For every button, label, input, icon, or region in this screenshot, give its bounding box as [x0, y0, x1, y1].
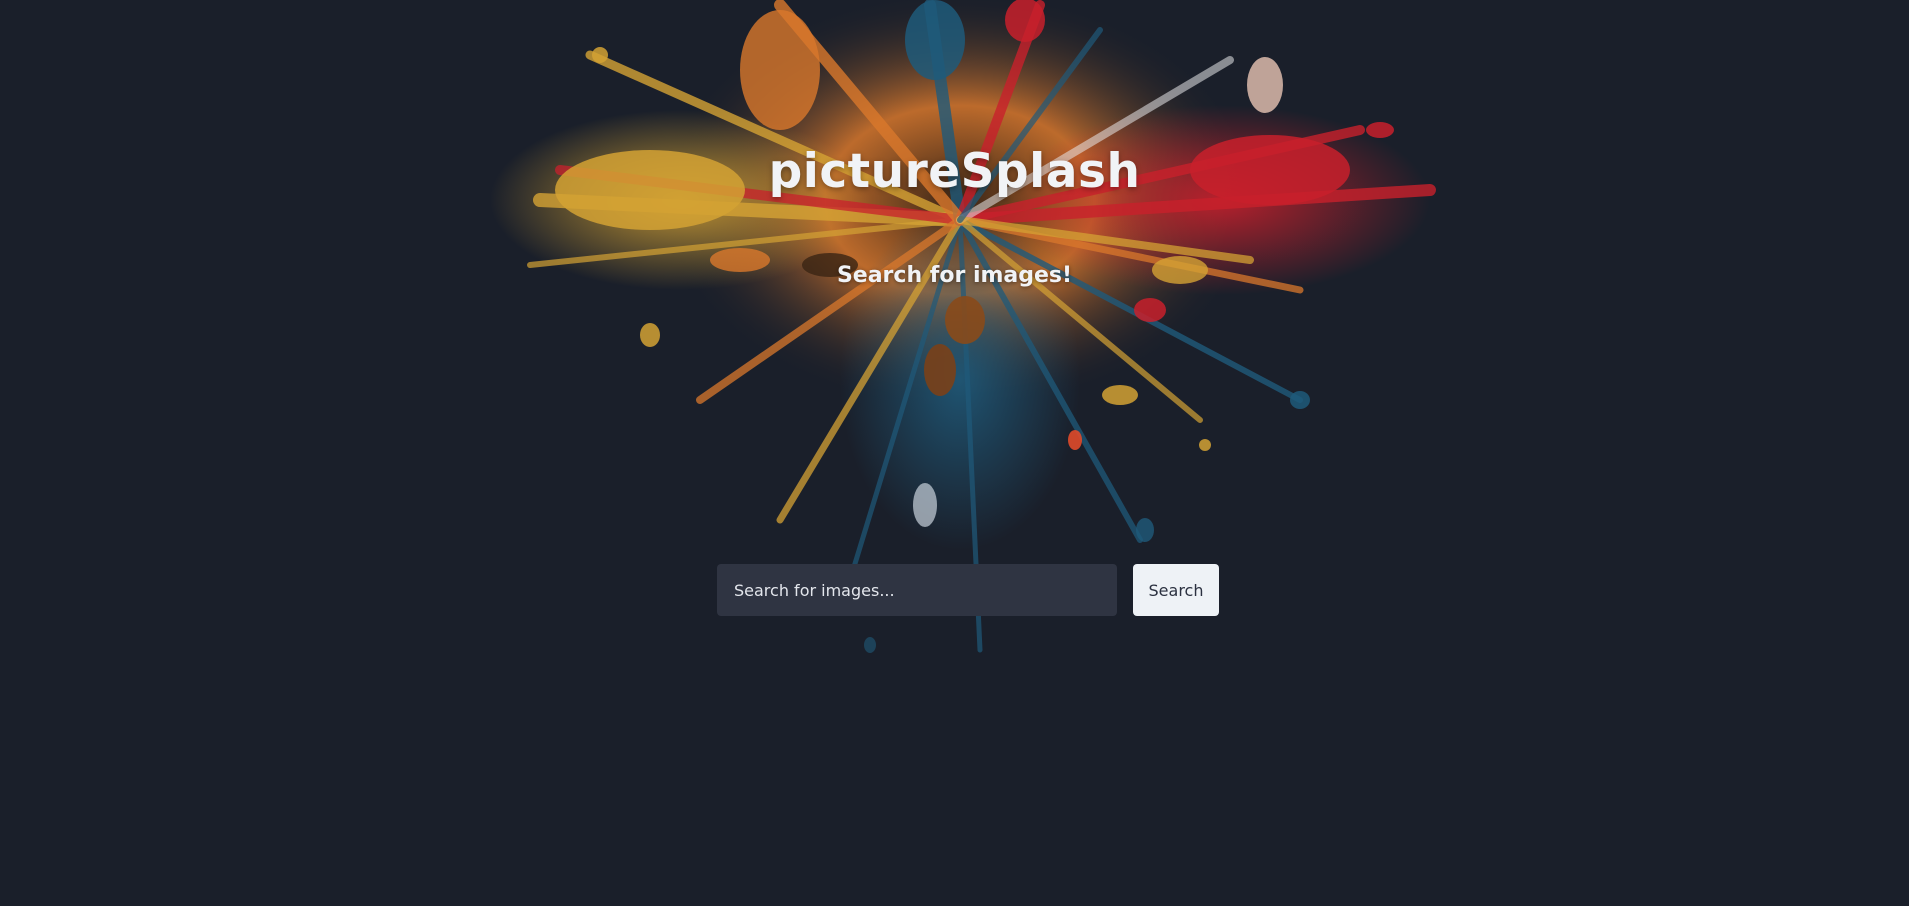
- page-title: pictureSplash: [768, 144, 1141, 199]
- paint-splash-illustration: [490, 0, 1436, 653]
- search-button[interactable]: Search: [1133, 564, 1219, 616]
- search-input[interactable]: [717, 564, 1117, 616]
- page-subtitle: Search for images!: [836, 263, 1073, 288]
- search-form: Search: [717, 564, 1219, 616]
- page: pictureSplash Search for images! Search: [0, 0, 1909, 906]
